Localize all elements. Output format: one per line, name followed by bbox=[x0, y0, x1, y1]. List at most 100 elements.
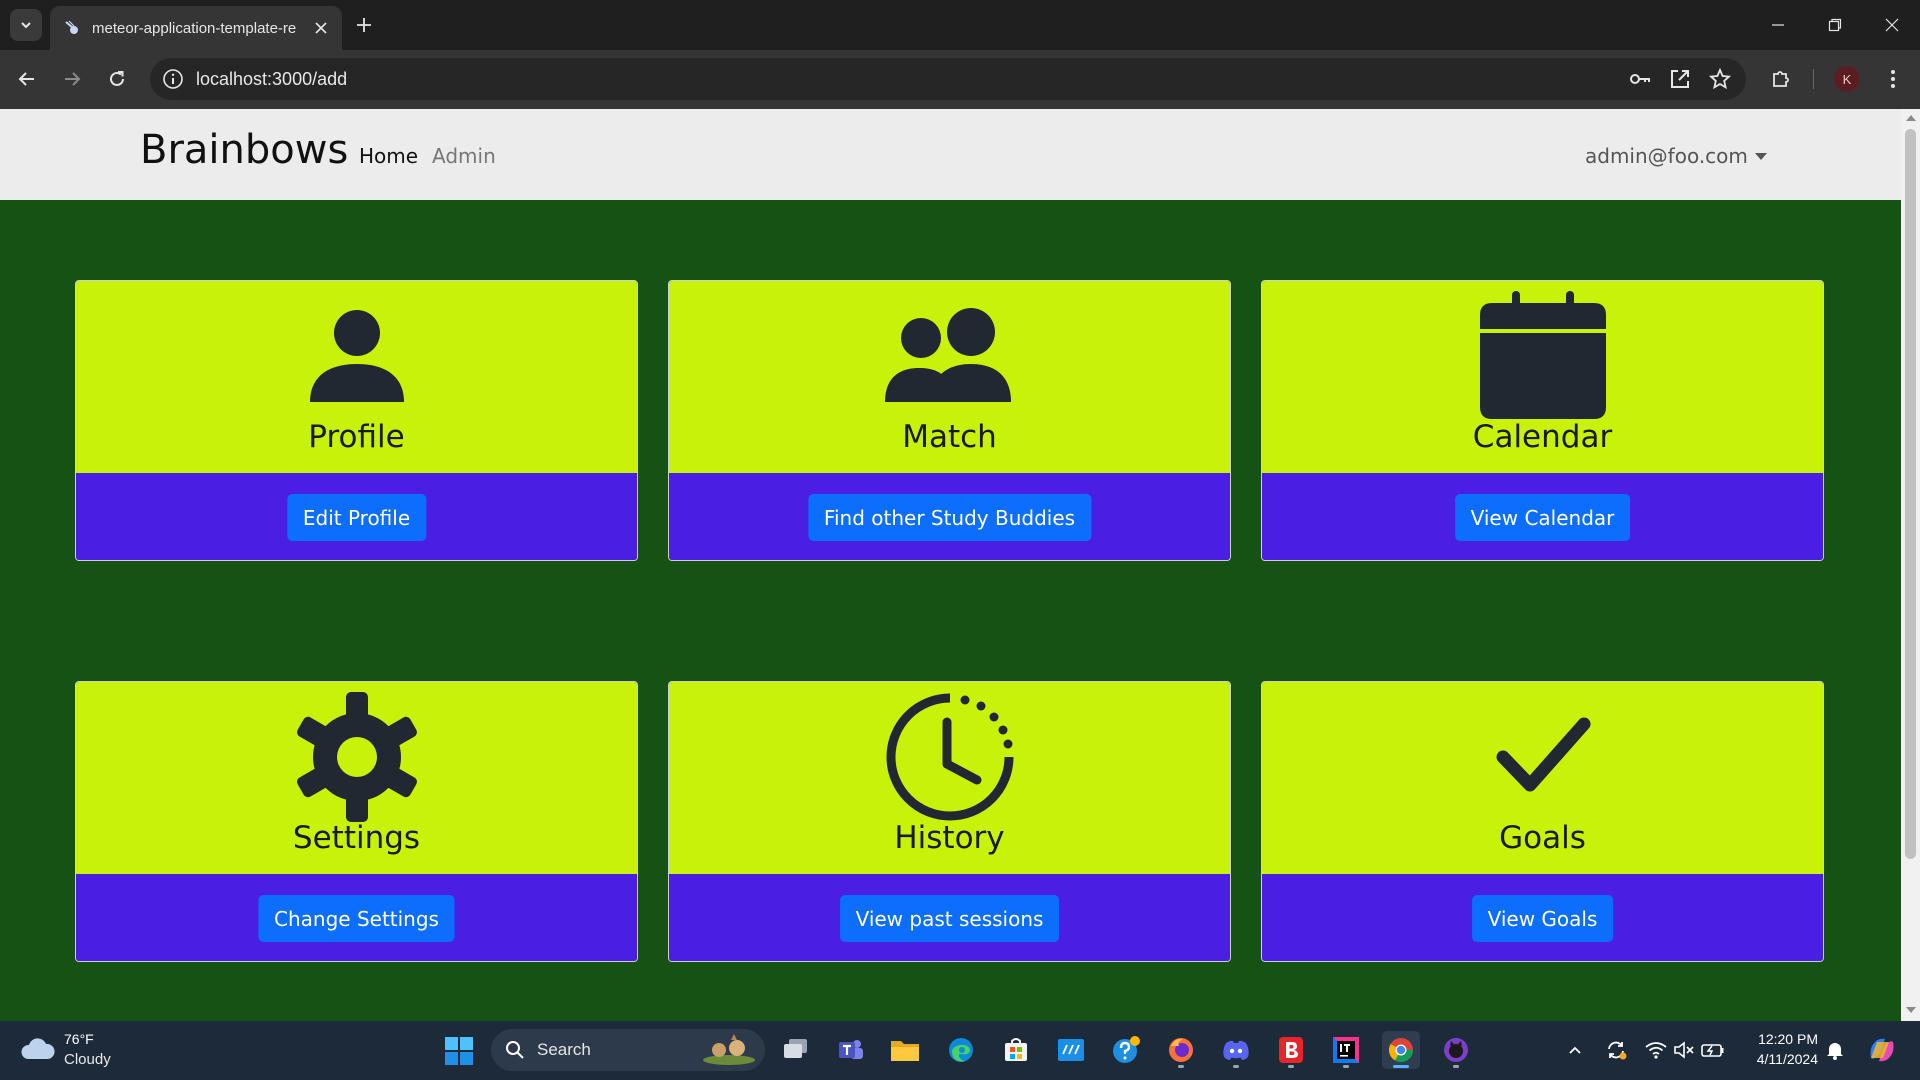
teams-icon bbox=[839, 1040, 863, 1059]
new-tab-button[interactable] bbox=[350, 11, 378, 39]
site-info-icon[interactable] bbox=[162, 68, 184, 90]
edit-profile-button[interactable]: Edit Profile bbox=[286, 494, 427, 541]
view-calendar-button[interactable]: View Calendar bbox=[1454, 494, 1631, 541]
taskbar-app-microsoft-store[interactable] bbox=[997, 1031, 1035, 1069]
user-email: admin@foo.com bbox=[1585, 144, 1748, 168]
tab-search-button[interactable] bbox=[10, 9, 42, 41]
extensions-button[interactable] bbox=[1765, 63, 1797, 95]
taskbar-app-file-explorer[interactable] bbox=[886, 1031, 924, 1069]
back-button[interactable] bbox=[11, 63, 43, 95]
show-hidden-icons-button[interactable] bbox=[1563, 1038, 1587, 1062]
firefox-icon bbox=[1169, 1038, 1193, 1062]
taskbar-app-chrome[interactable] bbox=[1382, 1031, 1420, 1069]
bookmark-button[interactable] bbox=[1708, 67, 1732, 91]
goals-card: Goals View Goals bbox=[1261, 681, 1824, 962]
toolbar-separator bbox=[1813, 69, 1814, 89]
restore-icon bbox=[1828, 18, 1841, 32]
taskbar-app-task-view[interactable] bbox=[777, 1031, 815, 1069]
card-header: Match bbox=[669, 281, 1230, 473]
taskbar-app-firefox[interactable] bbox=[1162, 1031, 1200, 1069]
taskbar-app-edge[interactable] bbox=[942, 1031, 980, 1069]
clock-date[interactable]: 4/11/2024 bbox=[1740, 1051, 1818, 1067]
nav-link-admin[interactable]: Admin bbox=[432, 144, 496, 168]
card-footer: Find other Study Buddies bbox=[669, 473, 1230, 560]
notifications-button[interactable] bbox=[1823, 1038, 1847, 1062]
close-window-button[interactable] bbox=[1863, 0, 1920, 50]
taskbar-app-teams[interactable] bbox=[832, 1031, 870, 1069]
taskbar-app-help[interactable] bbox=[1107, 1031, 1145, 1069]
open-in-app-button[interactable] bbox=[1668, 67, 1692, 91]
card-title: Profile bbox=[308, 419, 405, 455]
caret-down-icon bbox=[1754, 152, 1767, 160]
card-title: History bbox=[894, 820, 1005, 856]
more-vertical-icon bbox=[1891, 70, 1895, 88]
taskbar-search[interactable]: Search bbox=[491, 1029, 765, 1071]
card-footer: Change Settings bbox=[76, 874, 637, 961]
help-icon bbox=[1113, 1036, 1140, 1063]
minimize-button[interactable] bbox=[1749, 0, 1806, 50]
tray-sync[interactable] bbox=[1604, 1038, 1628, 1062]
card-title: Goals bbox=[1499, 820, 1586, 856]
external-link-icon bbox=[1671, 70, 1689, 88]
change-settings-button[interactable]: Change Settings bbox=[258, 895, 455, 942]
tray-battery[interactable] bbox=[1701, 1038, 1725, 1062]
brand-logo[interactable]: Brainbows bbox=[140, 127, 348, 173]
taskbar-app-discord[interactable] bbox=[1217, 1031, 1255, 1069]
card-header: Profile bbox=[76, 281, 637, 473]
profile-avatar[interactable]: K bbox=[1834, 66, 1860, 92]
cloud-icon bbox=[21, 1038, 55, 1059]
address-bar[interactable]: localhost:3000/add bbox=[150, 58, 1746, 100]
tab-close-button[interactable] bbox=[312, 19, 330, 37]
taskbar-app-intellij[interactable] bbox=[1327, 1031, 1365, 1069]
intellij-icon bbox=[1333, 1037, 1359, 1063]
running-indicator bbox=[1453, 1065, 1459, 1068]
password-key-button[interactable] bbox=[1628, 67, 1652, 91]
user-dropdown[interactable]: admin@foo.com bbox=[1585, 144, 1767, 168]
window-controls bbox=[1749, 0, 1920, 50]
battery-charging-icon bbox=[1701, 1044, 1724, 1057]
weather-description: Cloudy bbox=[64, 1051, 111, 1068]
sync-icon bbox=[1608, 1041, 1627, 1060]
folder-icon bbox=[891, 1041, 919, 1061]
active-indicator bbox=[1393, 1065, 1409, 1068]
forward-button[interactable] bbox=[56, 63, 88, 95]
page-viewport: Brainbows Home Admin admin@foo.com Profi… bbox=[0, 109, 1901, 1021]
match-card: Match Find other Study Buddies bbox=[668, 280, 1231, 561]
people-icon bbox=[884, 291, 1015, 421]
card-footer: View Calendar bbox=[1262, 473, 1823, 560]
view-past-sessions-button[interactable]: View past sessions bbox=[839, 895, 1060, 942]
b-logo-icon bbox=[1279, 1037, 1303, 1063]
windows-taskbar: 76°F Cloudy Search 12:20 PM 4/11/2024 bbox=[0, 1021, 1920, 1080]
copilot-button[interactable] bbox=[1866, 1035, 1898, 1065]
reload-button[interactable] bbox=[101, 63, 133, 95]
github-icon bbox=[1444, 1038, 1468, 1062]
card-footer: Edit Profile bbox=[76, 473, 637, 560]
restore-button[interactable] bbox=[1806, 0, 1863, 50]
clock-time[interactable]: 12:20 PM bbox=[1752, 1031, 1818, 1047]
minimize-icon bbox=[1771, 24, 1784, 26]
taskbar-app-myhp[interactable] bbox=[1052, 1031, 1090, 1069]
tray-volume[interactable] bbox=[1672, 1038, 1696, 1062]
browser-menu-button[interactable] bbox=[1877, 63, 1909, 95]
bell-icon bbox=[1827, 1043, 1843, 1060]
page-scrollbar[interactable] bbox=[1901, 109, 1920, 1021]
taskbar-app-github-desktop[interactable] bbox=[1437, 1031, 1475, 1069]
plus-icon bbox=[357, 18, 371, 32]
windows-start-icon[interactable] bbox=[444, 1036, 474, 1066]
view-goals-button[interactable]: View Goals bbox=[1471, 895, 1614, 942]
scroll-down-arrow-icon[interactable] bbox=[1906, 1007, 1916, 1013]
chevron-up-icon bbox=[1569, 1046, 1581, 1054]
card-header: Calendar bbox=[1262, 281, 1823, 473]
browser-tab[interactable]: meteor-application-template-re bbox=[50, 6, 342, 50]
card-title: Settings bbox=[292, 820, 421, 856]
taskbar-app-bitwarden[interactable] bbox=[1272, 1031, 1310, 1069]
search-highlight-icon bbox=[703, 1034, 755, 1065]
store-icon bbox=[1005, 1038, 1027, 1061]
tray-wifi[interactable] bbox=[1644, 1038, 1668, 1062]
scroll-thumb[interactable] bbox=[1905, 129, 1916, 859]
myhp-icon bbox=[1058, 1039, 1084, 1061]
nav-link-home[interactable]: Home bbox=[359, 144, 418, 168]
edge-icon bbox=[949, 1038, 973, 1062]
scroll-up-arrow-icon[interactable] bbox=[1906, 115, 1916, 121]
find-study-buddies-button[interactable]: Find other Study Buddies bbox=[807, 494, 1092, 541]
